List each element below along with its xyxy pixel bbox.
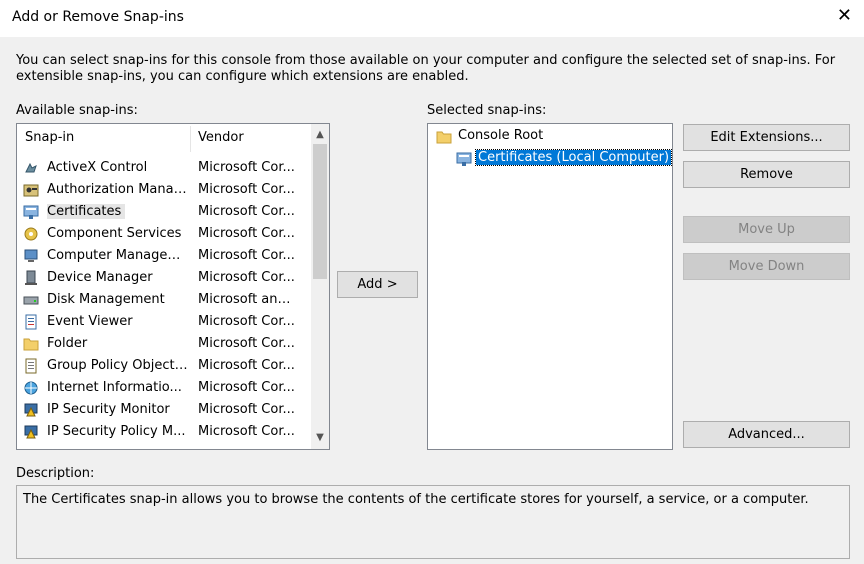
snapin-vendor: Microsoft Cor... bbox=[198, 182, 295, 197]
list-item[interactable]: Device Manager Microsoft Cor... bbox=[17, 267, 307, 289]
snapin-vendor: Microsoft Cor... bbox=[198, 380, 295, 395]
selected-snapins-label: Selected snap-ins: bbox=[427, 103, 547, 118]
move-up-button[interactable]: Move Up bbox=[683, 216, 850, 243]
snapin-name: Group Policy Object ... bbox=[47, 358, 189, 373]
folder-icon bbox=[23, 338, 39, 351]
intro-text: You can select snap-ins for this console… bbox=[16, 53, 836, 84]
column-header-snapin[interactable]: Snap-in bbox=[25, 124, 74, 152]
component-services-icon bbox=[24, 227, 38, 241]
list-item[interactable]: Disk Management Microsoft and... bbox=[17, 289, 307, 311]
list-item[interactable]: Certificates Microsoft Cor... bbox=[17, 201, 307, 223]
computer-management-icon bbox=[24, 249, 38, 262]
list-item[interactable]: ActiveX Control Microsoft Cor... bbox=[17, 157, 307, 179]
edit-extensions-button[interactable]: Edit Extensions... bbox=[683, 124, 850, 151]
ip-security-policy-icon bbox=[24, 425, 38, 439]
ip-security-icon bbox=[24, 403, 38, 417]
iis-icon bbox=[24, 381, 38, 395]
available-snapins-label: Available snap-ins: bbox=[16, 103, 138, 118]
snapin-vendor: Microsoft Cor... bbox=[198, 358, 295, 373]
description-label: Description: bbox=[16, 466, 95, 481]
list-item[interactable]: Internet Informatio... Microsoft Cor... bbox=[17, 377, 307, 399]
list-item[interactable]: IP Security Policy M... Microsoft Cor... bbox=[17, 421, 307, 443]
close-icon[interactable]: ✕ bbox=[837, 6, 852, 26]
scroll-down-icon[interactable]: ▼ bbox=[311, 429, 329, 447]
list-item[interactable]: Event Viewer Microsoft Cor... bbox=[17, 311, 307, 333]
snapin-vendor: Microsoft Cor... bbox=[198, 226, 295, 241]
snapin-vendor: Microsoft Cor... bbox=[198, 424, 295, 439]
vertical-scrollbar[interactable]: ▲ ▼ bbox=[311, 124, 329, 449]
column-header-vendor[interactable]: Vendor bbox=[198, 124, 244, 152]
snapin-name: Folder bbox=[47, 336, 88, 351]
title-bar: Add or Remove Snap-ins ✕ bbox=[0, 0, 864, 37]
scroll-up-icon[interactable]: ▲ bbox=[311, 126, 329, 144]
tree-item-label: Console Root bbox=[458, 128, 544, 143]
tree-item-label: Certificates (Local Computer) bbox=[474, 149, 672, 166]
group-policy-icon bbox=[25, 358, 37, 374]
snapin-name: Computer Managem... bbox=[47, 248, 189, 263]
move-down-button[interactable]: Move Down bbox=[683, 253, 850, 280]
add-button[interactable]: Add > bbox=[337, 271, 418, 298]
snapin-vendor: Microsoft Cor... bbox=[198, 160, 295, 175]
snapin-vendor: Microsoft Cor... bbox=[198, 248, 295, 263]
certificates-icon bbox=[23, 205, 39, 219]
snapin-name: Device Manager bbox=[47, 270, 153, 285]
snapin-name: Internet Informatio... bbox=[47, 380, 182, 395]
authorization-icon bbox=[23, 184, 39, 197]
device-manager-icon bbox=[25, 270, 37, 285]
column-separator[interactable] bbox=[190, 126, 191, 152]
snapin-name: IP Security Policy M... bbox=[47, 424, 186, 439]
available-snapins-list[interactable]: Snap-in Vendor ActiveX Control Microsoft … bbox=[16, 123, 330, 450]
list-item[interactable]: Computer Managem... Microsoft Cor... bbox=[17, 245, 307, 267]
snapin-vendor: Microsoft Cor... bbox=[198, 204, 295, 219]
snapin-vendor: Microsoft Cor... bbox=[198, 314, 295, 329]
scroll-thumb[interactable] bbox=[313, 144, 327, 279]
snapin-name: Event Viewer bbox=[47, 314, 133, 329]
selected-snapins-tree[interactable]: Console Root Certificates (Local Compute… bbox=[427, 123, 673, 450]
certificates-icon bbox=[456, 152, 472, 166]
list-item[interactable]: Folder Microsoft Cor... bbox=[17, 333, 307, 355]
description-box: The Certificates snap-in allows you to b… bbox=[16, 485, 850, 559]
list-item[interactable]: Group Policy Object ... Microsoft Cor... bbox=[17, 355, 307, 377]
advanced-button[interactable]: Advanced... bbox=[683, 421, 850, 448]
window-title: Add or Remove Snap-ins bbox=[12, 9, 184, 25]
remove-button[interactable]: Remove bbox=[683, 161, 850, 188]
snapin-vendor: Microsoft Cor... bbox=[198, 270, 295, 285]
snapin-name: Component Services bbox=[47, 226, 182, 241]
activex-icon bbox=[25, 162, 37, 173]
list-item[interactable]: Authorization Manager Microsoft Cor... bbox=[17, 179, 307, 201]
list-item[interactable]: Component Services Microsoft Cor... bbox=[17, 223, 307, 245]
snapin-name: Authorization Manager bbox=[47, 182, 189, 197]
snapin-vendor: Microsoft Cor... bbox=[198, 336, 295, 351]
snapin-name: Disk Management bbox=[47, 292, 165, 307]
event-viewer-icon bbox=[25, 314, 37, 330]
snapin-vendor: Microsoft and... bbox=[198, 292, 298, 307]
list-item[interactable]: IP Security Monitor Microsoft Cor... bbox=[17, 399, 307, 421]
folder-icon bbox=[436, 131, 452, 144]
snapin-vendor: Microsoft Cor... bbox=[198, 402, 295, 417]
snapin-name: ActiveX Control bbox=[47, 160, 148, 175]
description-text: The Certificates snap-in allows you to b… bbox=[23, 492, 809, 507]
disk-management-icon bbox=[23, 296, 39, 305]
snapin-name: IP Security Monitor bbox=[47, 402, 170, 417]
snapin-name: Certificates bbox=[47, 204, 126, 219]
